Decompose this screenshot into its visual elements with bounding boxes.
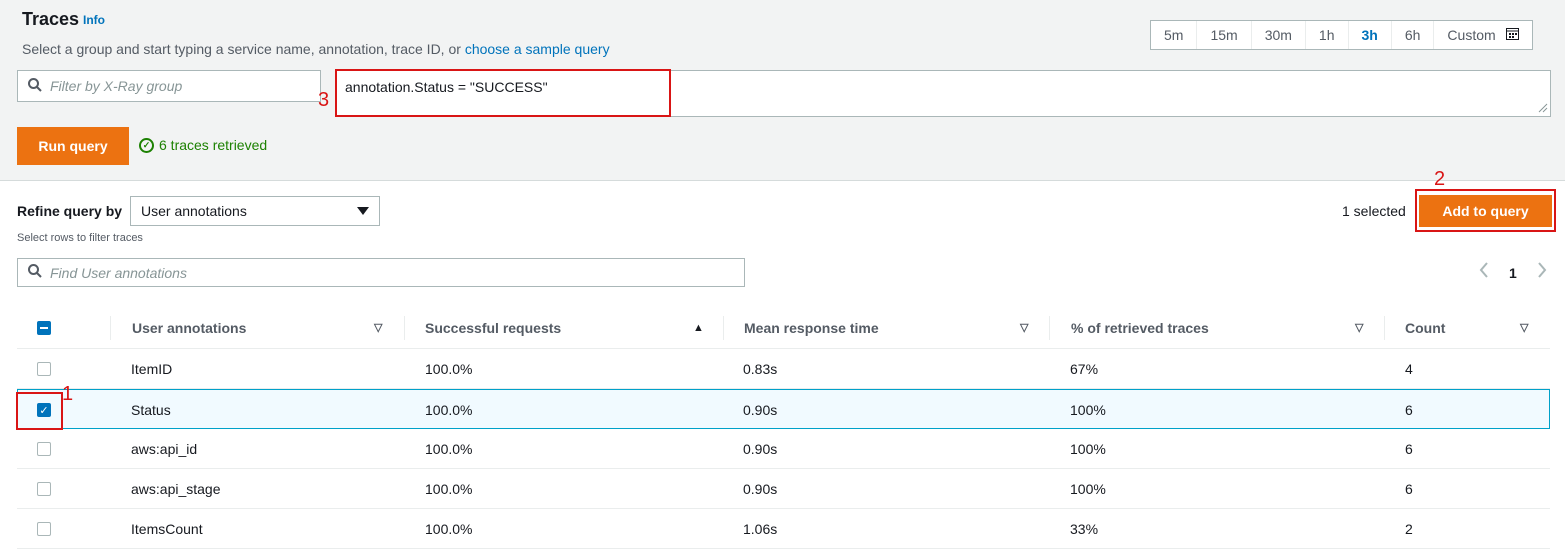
time-custom-button[interactable]: Custom: [1433, 21, 1532, 49]
cell-annotation: aws:api_stage: [131, 481, 221, 497]
table-row[interactable]: aws:api_stage 100.0% 0.90s 100% 6: [17, 469, 1550, 509]
header-mean-response-time[interactable]: Mean response time ▽: [744, 306, 1034, 349]
cell-percent: 33%: [1070, 521, 1099, 537]
caret-down-icon: [357, 207, 369, 215]
run-query-button[interactable]: Run query: [17, 127, 129, 165]
cell-annotation: ItemsCount: [131, 521, 203, 537]
cell-percent: 100%: [1070, 441, 1106, 457]
pagination: 1: [1479, 262, 1547, 283]
table-row[interactable]: aws:api_id 100.0% 0.90s 100% 6: [17, 429, 1550, 469]
cell-mean: 0.83s: [743, 361, 778, 377]
header-successful-requests[interactable]: Successful requests ▲: [425, 306, 705, 349]
current-page[interactable]: 1: [1509, 265, 1517, 281]
sort-down-icon: ▽: [1020, 322, 1029, 334]
header-count[interactable]: Count ▽: [1405, 306, 1535, 349]
cell-mean: 0.90s: [743, 481, 778, 497]
group-filter-input[interactable]: [50, 78, 300, 94]
cell-success: 100.0%: [425, 402, 473, 418]
cell-mean: 0.90s: [743, 441, 778, 457]
check-circle-icon: ✓: [139, 137, 154, 153]
annotation-box-3: [335, 69, 671, 117]
refine-select[interactable]: User annotations: [130, 196, 380, 226]
row-checkbox[interactable]: [37, 482, 51, 496]
custom-label: Custom: [1447, 27, 1496, 43]
time-5m-button[interactable]: 5m: [1151, 21, 1197, 49]
find-annotations-field: [17, 258, 745, 287]
group-filter-field: [17, 70, 321, 102]
header-label: User annotations: [132, 319, 247, 336]
cell-mean: 0.90s: [743, 402, 778, 418]
subtitle-text: Select a group and start typing a servic…: [22, 41, 465, 57]
find-annotations-input[interactable]: [50, 264, 300, 281]
header-label: % of retrieved traces: [1071, 319, 1209, 336]
select-all-checkbox[interactable]: [37, 320, 51, 335]
chevron-left-icon[interactable]: [1479, 262, 1489, 283]
search-icon: [28, 264, 42, 281]
refine-selected-option: User annotations: [141, 203, 247, 219]
chevron-right-icon[interactable]: [1537, 262, 1547, 283]
time-3h-button[interactable]: 3h: [1347, 21, 1391, 49]
cell-percent: 100%: [1070, 402, 1106, 418]
resize-handle-icon[interactable]: [1538, 103, 1548, 116]
refine-label: Refine query by: [17, 203, 123, 219]
cell-count: 6: [1405, 441, 1413, 457]
row-checkbox[interactable]: [37, 362, 51, 376]
traces-status: ✓ 6 traces retrieved: [139, 137, 267, 153]
cell-success: 100.0%: [425, 521, 473, 537]
cell-success: 100.0%: [425, 361, 473, 377]
cell-success: 100.0%: [425, 481, 473, 497]
row-checkbox[interactable]: [37, 442, 51, 456]
annotation-number-2: 2: [1434, 168, 1446, 190]
cell-annotation: ItemID: [131, 361, 173, 377]
cell-count: 6: [1405, 402, 1413, 418]
selected-count: 1 selected: [1342, 203, 1406, 219]
time-range-selector: 5m 15m 30m 1h 3h 6h Custom: [1150, 20, 1533, 50]
annotation-box-2: [1415, 189, 1556, 232]
header-label: Count: [1405, 319, 1446, 336]
cell-mean: 1.06s: [743, 521, 778, 537]
header-user-annotations[interactable]: User annotations ▽: [132, 306, 387, 349]
cell-count: 2: [1405, 521, 1413, 537]
annotations-table: User annotations ▽ Successful requests ▲…: [17, 306, 1550, 549]
cell-percent: 100%: [1070, 481, 1106, 497]
calendar-icon: [1505, 27, 1519, 43]
sort-down-icon: ▽: [1355, 322, 1364, 334]
page-subtitle: Select a group and start typing a servic…: [22, 41, 610, 57]
row-checkbox[interactable]: [37, 522, 51, 536]
select-all-cell: [37, 306, 51, 349]
cell-count: 4: [1405, 361, 1413, 377]
info-link[interactable]: Info: [83, 13, 105, 27]
header-label: Successful requests: [425, 319, 562, 336]
cell-success: 100.0%: [425, 441, 473, 457]
cell-count: 6: [1405, 481, 1413, 497]
cell-annotation: aws:api_id: [131, 441, 198, 457]
time-1h-button[interactable]: 1h: [1304, 21, 1348, 49]
sort-up-icon: ▲: [693, 321, 704, 334]
table-row[interactable]: ItemsCount 100.0% 1.06s 33% 2: [17, 509, 1550, 549]
traces-status-text: 6 traces retrieved: [159, 137, 268, 153]
time-30m-button[interactable]: 30m: [1250, 21, 1305, 49]
cell-percent: 67%: [1070, 361, 1099, 377]
time-6h-button[interactable]: 6h: [1390, 21, 1434, 49]
table-header: User annotations ▽ Successful requests ▲…: [17, 306, 1550, 349]
annotation-number-3: 3: [318, 89, 330, 111]
annotation-number-1: 1: [62, 383, 74, 405]
header-label: Mean response time: [744, 319, 879, 336]
cell-annotation: Status: [131, 402, 171, 418]
table-row[interactable]: ItemID 100.0% 0.83s 67% 4: [17, 349, 1550, 389]
sort-down-icon: ▽: [1520, 322, 1529, 334]
sample-query-link[interactable]: choose a sample query: [465, 41, 610, 57]
header-percent-traces[interactable]: % of retrieved traces ▽: [1071, 306, 1371, 349]
table-row-selected[interactable]: ✓ Status 100.0% 0.90s 100% 6: [17, 389, 1550, 429]
annotation-box-1: [16, 392, 63, 430]
time-15m-button[interactable]: 15m: [1196, 21, 1251, 49]
page-title: Traces: [22, 9, 80, 29]
refine-hint: Select rows to filter traces: [17, 232, 143, 244]
sort-down-icon: ▽: [374, 322, 383, 334]
search-icon: [28, 77, 42, 95]
